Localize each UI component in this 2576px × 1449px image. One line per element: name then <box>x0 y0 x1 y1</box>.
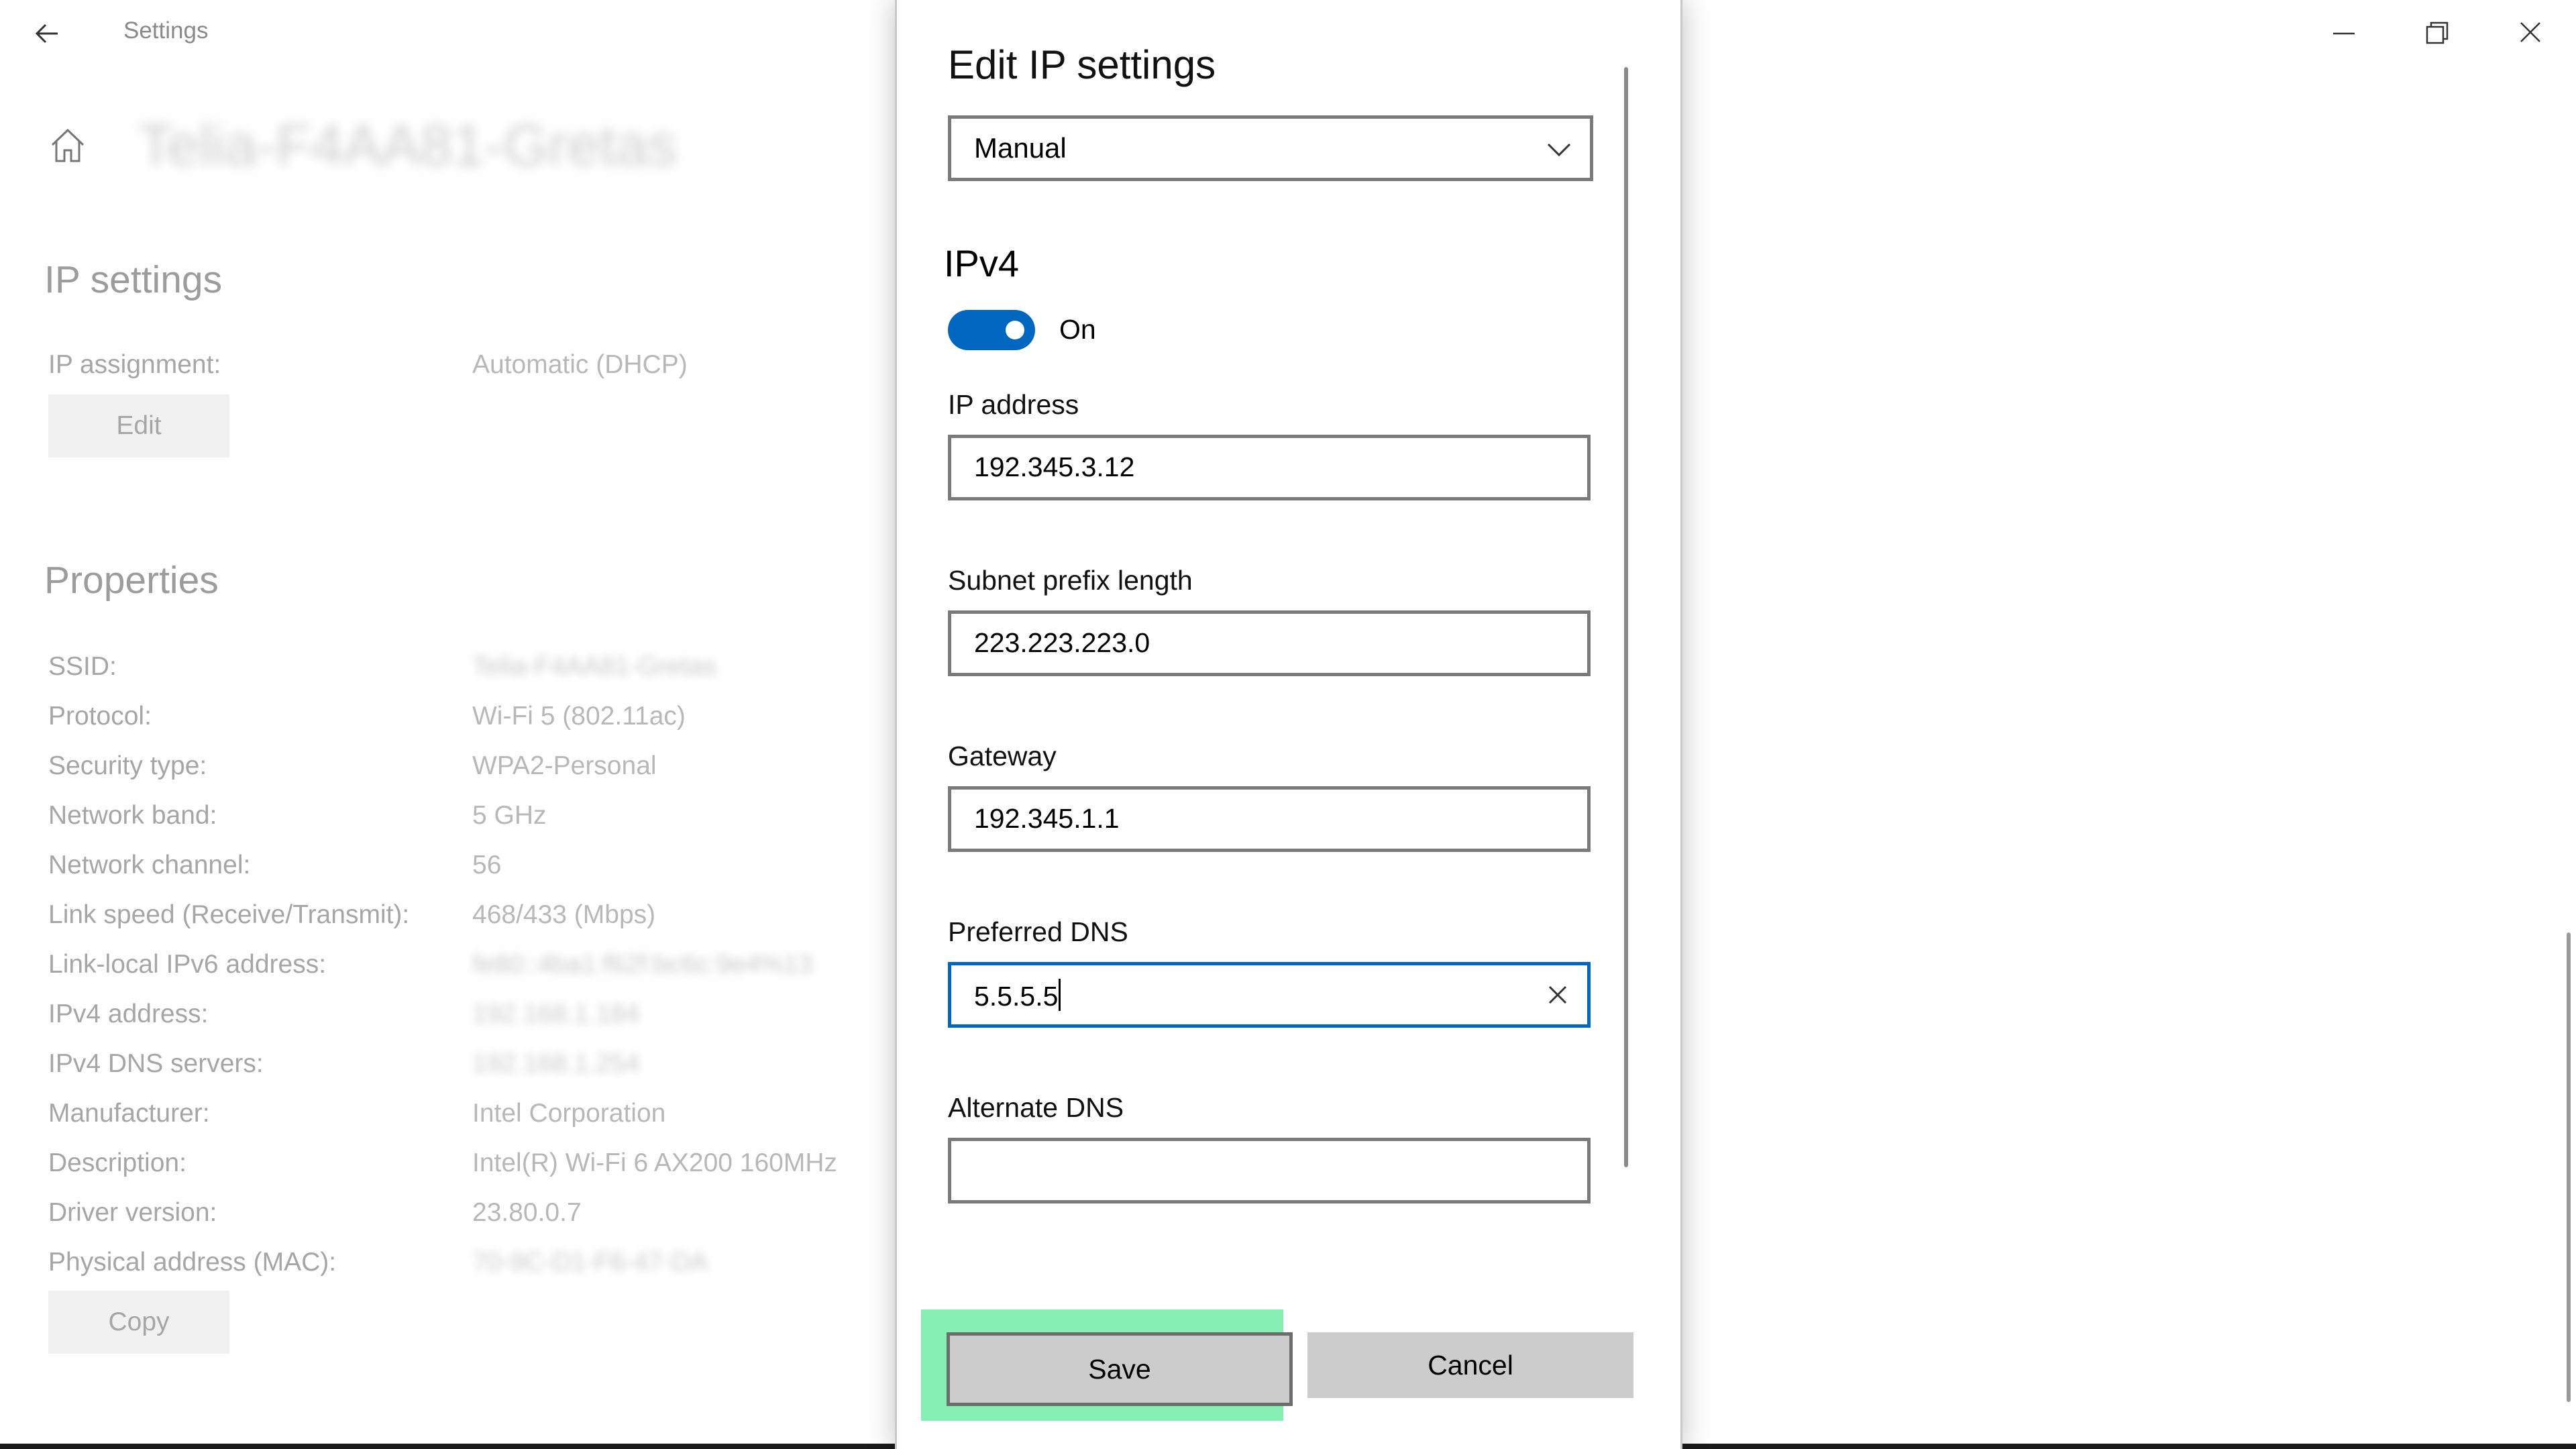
edit-button[interactable]: Edit <box>48 394 229 458</box>
ip-mode-selected: Manual <box>974 132 1067 164</box>
dialog-scrollbar[interactable] <box>1624 67 1628 1167</box>
properties-heading: Properties <box>44 559 219 602</box>
property-value: 192.168.1.184 <box>472 1000 640 1028</box>
property-value: 5 GHz <box>472 801 547 830</box>
ip-address-value: 192.345.3.12 <box>974 451 1135 482</box>
property-value: fe80::4ba1:f62f:bc6c:9e4%13 <box>472 950 813 979</box>
property-label: Link-local IPv6 address: <box>48 950 327 979</box>
property-label: Network channel: <box>48 851 251 879</box>
property-label: Link speed (Receive/Transmit): <box>48 900 410 929</box>
property-label: Driver version: <box>48 1198 217 1227</box>
save-button[interactable]: Save <box>947 1332 1293 1406</box>
toggle-knob <box>1006 321 1024 339</box>
clear-icon[interactable] <box>1546 983 1570 1007</box>
property-label: Description: <box>48 1148 186 1177</box>
dialog-title: Edit IP settings <box>948 42 1216 87</box>
ip-assignment-label: IP assignment: <box>48 350 221 379</box>
property-value: Telia-F4AA81-Gretas <box>472 652 717 681</box>
ip-address-label: IP address <box>948 389 1079 420</box>
cancel-button[interactable]: Cancel <box>1307 1332 1633 1398</box>
network-name-heading: Telia-F4AA81-Gretas <box>138 113 677 178</box>
property-label: IPv4 address: <box>48 1000 209 1028</box>
gateway-input[interactable]: 192.345.1.1 <box>948 786 1591 852</box>
property-value: WPA2-Personal <box>472 751 657 780</box>
property-value: Wi-Fi 5 (802.11ac) <box>472 702 686 731</box>
home-icon[interactable] <box>47 125 89 166</box>
alternate-dns-label: Alternate DNS <box>948 1092 1124 1123</box>
restore-icon[interactable] <box>2416 15 2457 52</box>
page-scrollbar[interactable] <box>2567 932 2571 1402</box>
property-value: 56 <box>472 851 502 879</box>
ipv4-toggle-state: On <box>1059 314 1096 345</box>
ip-assignment-value: Automatic (DHCP) <box>472 350 688 379</box>
app-title: Settings <box>123 17 209 44</box>
property-value: 192.168.1.254 <box>472 1049 640 1078</box>
subnet-label: Subnet prefix length <box>948 565 1193 596</box>
property-label: Manufacturer: <box>48 1099 210 1128</box>
subnet-value: 223.223.223.0 <box>974 627 1150 658</box>
ipv4-heading: IPv4 <box>944 242 1020 284</box>
property-label: Network band: <box>48 801 217 830</box>
text-caret <box>1059 979 1061 1011</box>
close-icon[interactable] <box>2510 15 2551 52</box>
property-label: SSID: <box>48 652 117 681</box>
preferred-dns-text: 5.5.5.5 <box>974 979 1061 1012</box>
preferred-dns-value: 5.5.5.5 <box>974 981 1059 1012</box>
preferred-dns-label: Preferred DNS <box>948 916 1128 947</box>
property-label: IPv4 DNS servers: <box>48 1049 264 1078</box>
subnet-input[interactable]: 223.223.223.0 <box>948 610 1591 676</box>
ip-mode-dropdown[interactable]: Manual <box>948 115 1593 181</box>
ip-settings-heading: IP settings <box>44 258 223 301</box>
ipv4-toggle[interactable] <box>948 310 1035 350</box>
minimize-icon[interactable] <box>2324 15 2364 52</box>
property-value: Intel Corporation <box>472 1099 666 1128</box>
alternate-dns-input[interactable] <box>948 1138 1591 1203</box>
property-value: Intel(R) Wi-Fi 6 AX200 160MHz <box>472 1148 838 1177</box>
property-label: Physical address (MAC): <box>48 1248 337 1277</box>
property-label: Security type: <box>48 751 207 780</box>
preferred-dns-input[interactable]: 5.5.5.5 <box>948 962 1591 1028</box>
property-value: 23.80.0.7 <box>472 1198 582 1227</box>
chevron-down-icon <box>1547 143 1571 157</box>
ip-address-input[interactable]: 192.345.3.12 <box>948 435 1591 500</box>
copy-button[interactable]: Copy <box>48 1291 229 1354</box>
property-label: Protocol: <box>48 702 152 731</box>
edit-ip-settings-dialog: Edit IP settings Manual IPv4 On IP addre… <box>895 0 1682 1449</box>
gateway-label: Gateway <box>948 741 1057 771</box>
gateway-value: 192.345.1.1 <box>974 803 1120 834</box>
property-value: 468/433 (Mbps) <box>472 900 656 929</box>
property-value: 70-9C-D1-F6-47-DA <box>472 1248 708 1277</box>
back-arrow-icon[interactable] <box>31 17 63 50</box>
